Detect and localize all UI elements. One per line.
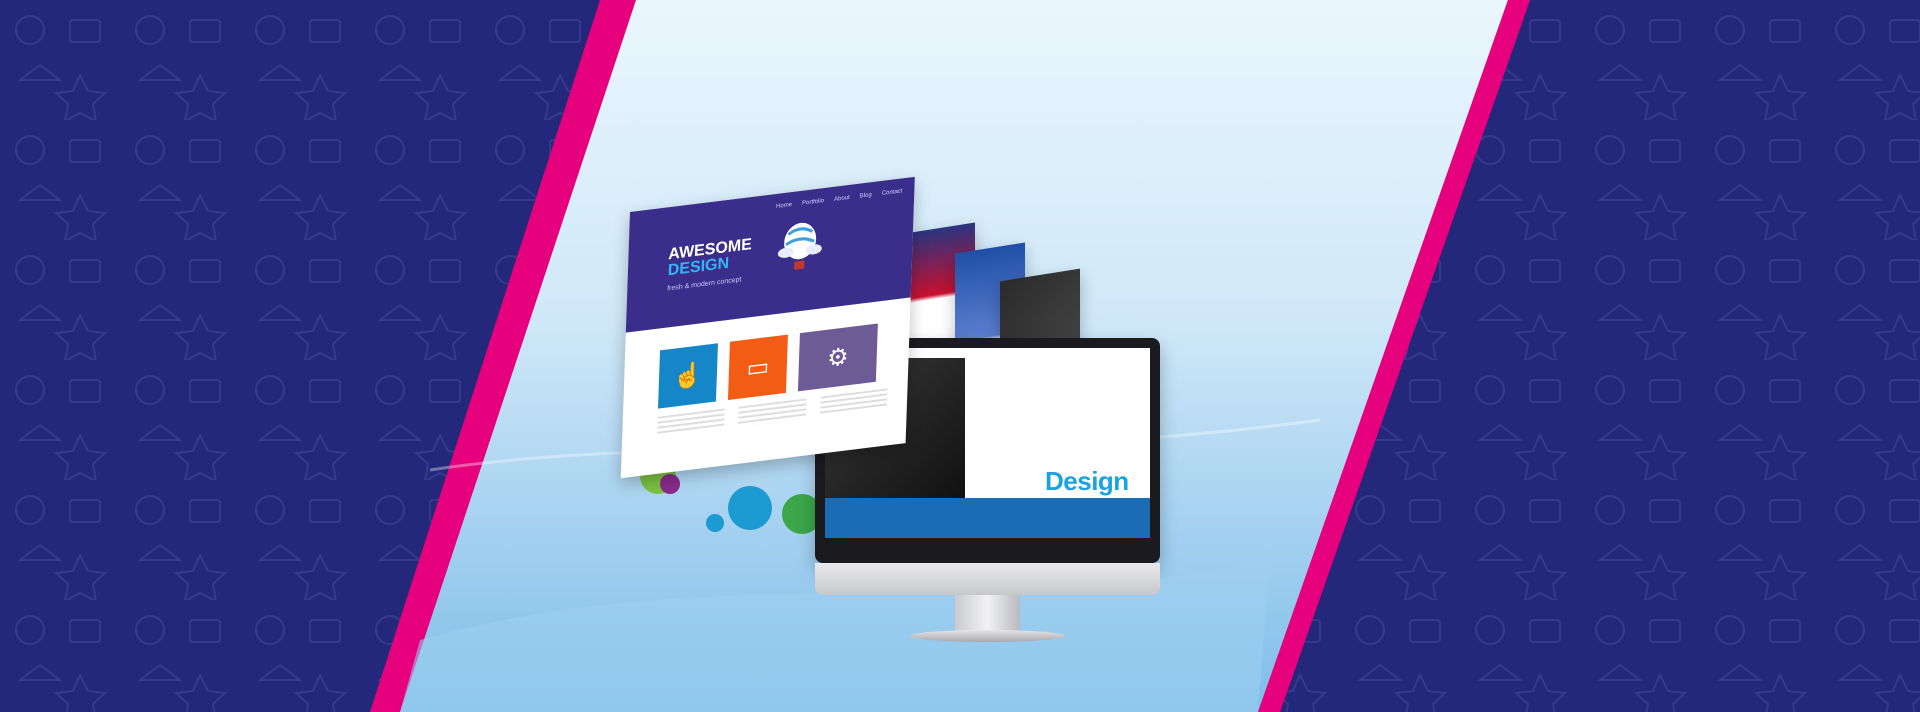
teal-bubble	[728, 486, 772, 530]
mockup-tagline: fresh & modern concept	[667, 276, 742, 293]
mockup-nav-item: Portfolio	[801, 198, 825, 207]
hot-air-balloon-icon	[777, 222, 822, 270]
mockup-webpage: Home Portfolio About Blog Contact AWESOM…	[620, 176, 915, 479]
mockup-nav-item: Blog	[859, 192, 872, 200]
mockup-nav: Home Portfolio About Blog Contact	[776, 188, 903, 210]
mockup-text-column	[657, 408, 726, 437]
mockup-nav-item: About	[833, 194, 850, 203]
screen-blue-footer	[825, 498, 1150, 538]
mockup-nav-item: Contact	[881, 188, 903, 197]
hand-pointer-icon: ☝	[672, 360, 704, 392]
laptop-icon: ▭	[746, 352, 770, 383]
mockup-headline: AWESOME DESIGN	[667, 236, 752, 279]
monitor-stand-base	[910, 630, 1065, 642]
blue-small-bubble	[706, 514, 724, 532]
purple-bubble	[660, 474, 680, 494]
gears-icon: ⚙	[826, 342, 850, 373]
mockup-text-column	[819, 388, 888, 417]
mockup-text-column	[738, 398, 807, 427]
monitor-chin	[815, 563, 1160, 595]
mockup-tile-laptop: ▭	[727, 334, 788, 401]
mockup-tile-gears: ⚙	[797, 323, 878, 392]
mockup-tile-touch: ☝	[657, 343, 718, 409]
monitor-stand-neck	[955, 595, 1020, 633]
mockup-nav-item: Home	[775, 201, 793, 210]
screen-title: Design	[1045, 466, 1129, 496]
